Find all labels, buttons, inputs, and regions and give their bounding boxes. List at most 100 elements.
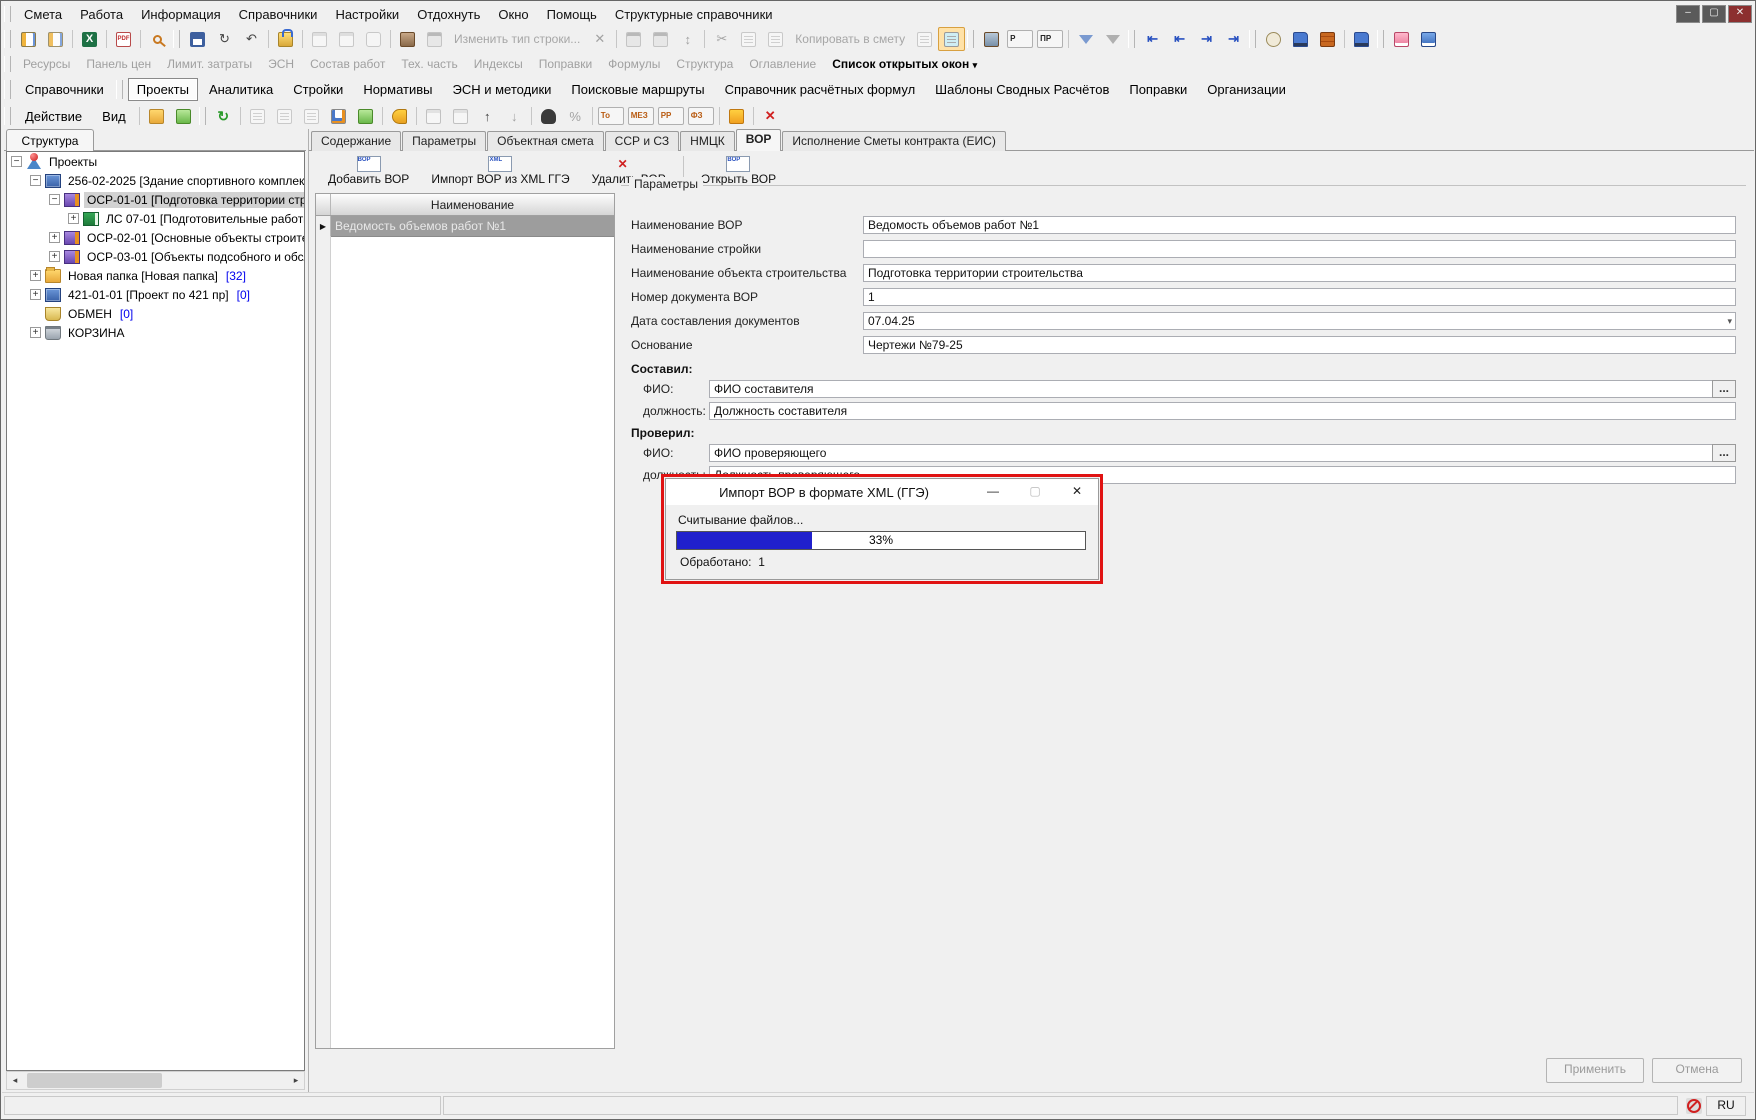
tree-item-ls-07-01[interactable]: + ЛС 07-01 [Подготовительные работы ( [7, 209, 304, 228]
expand-icon[interactable]: + [30, 327, 41, 338]
move-up-button[interactable]: ↑ [474, 104, 501, 128]
pdf-export-button[interactable]: PDF [110, 27, 137, 51]
module-tab-proekty[interactable]: Проекты [128, 78, 198, 101]
tree-item-proekty[interactable]: − Проекты [7, 152, 304, 171]
module-tab-spravochnik-formul[interactable]: Справочник расчётных формул [716, 78, 925, 101]
unlock-button[interactable] [272, 27, 299, 51]
object-settings-button[interactable] [325, 104, 352, 128]
scroll-left-arrow[interactable]: ◂ [7, 1073, 23, 1088]
expand-icon[interactable]: + [49, 251, 60, 262]
dialog-close-button[interactable]: ✕ [1056, 480, 1098, 504]
structure-tree-button[interactable] [15, 27, 42, 51]
tree-item-obmen[interactable]: ОБМЕН [0] [7, 304, 304, 323]
stroyka-name-input[interactable] [863, 240, 1736, 258]
access-key-button[interactable] [386, 104, 413, 128]
excel-export-button[interactable]: X [76, 27, 103, 51]
module-tab-shablony-svodnyh[interactable]: Шаблоны Сводных Расчётов [926, 78, 1118, 101]
archive-button[interactable] [723, 104, 750, 128]
table-row[interactable]: ▶ Ведомость объемов работ №1 [316, 216, 614, 237]
tree-item-novaya-papka[interactable]: + Новая папка [Новая папка] [32] [7, 266, 304, 285]
collapse-icon[interactable]: − [11, 156, 22, 167]
tree-item-osr-03-01[interactable]: + ОСР-03-01 [Объекты подсобного и обслуж [7, 247, 304, 266]
checker-fio-input[interactable]: ФИО проверяющего [709, 444, 1736, 462]
menu-smeta[interactable]: Смета [15, 4, 71, 25]
dialog-title-bar[interactable]: Импорт ВОР в формате XML (ГГЭ) — ▢ ✕ [666, 479, 1098, 505]
window-minimize-button[interactable]: – [1676, 5, 1700, 23]
indent-left-button[interactable]: ⇤ [1166, 27, 1193, 51]
refresh-button[interactable]: ↻ [211, 27, 238, 51]
toolbar-grip[interactable] [1249, 30, 1256, 48]
indent-right-button[interactable]: ⇥ [1193, 27, 1220, 51]
pr-mode-button[interactable]: ПР [1035, 27, 1065, 51]
toolbar-grip[interactable] [4, 30, 11, 48]
module-tab-esn-metodiki[interactable]: ЭСН и методики [444, 78, 561, 101]
module-tab-stroiki[interactable]: Стройки [284, 78, 352, 101]
collapse-icon[interactable]: − [49, 194, 60, 205]
horizontal-scrollbar[interactable]: ◂ ▸ [6, 1071, 305, 1090]
resources-button[interactable] [978, 27, 1005, 51]
refresh-tree-button[interactable]: ↻ [210, 104, 237, 128]
expand-icon[interactable]: + [30, 270, 41, 281]
measure-button[interactable] [1260, 27, 1287, 51]
vor-row-name[interactable]: Ведомость объемов работ №1 [331, 216, 614, 237]
vor-name-input[interactable]: Ведомость объемов работ №1 [863, 216, 1736, 234]
structure-add-button[interactable] [42, 27, 69, 51]
filter-button[interactable] [1072, 27, 1099, 51]
rr-button[interactable]: РР [656, 104, 686, 128]
tab-nmck[interactable]: НМЦК [680, 131, 735, 151]
collapse-icon[interactable]: − [30, 175, 41, 186]
toolbar-grip[interactable] [4, 80, 11, 99]
save-button[interactable] [184, 27, 211, 51]
tab-soderzhanie[interactable]: Содержание [311, 131, 401, 151]
module-tab-popravki[interactable]: Поправки [1120, 78, 1196, 101]
folder-import-button[interactable] [143, 104, 170, 128]
open-windows-list-button[interactable]: Список открытых окон ▾ [824, 55, 985, 73]
module-tab-analitika[interactable]: Аналитика [200, 78, 282, 101]
toolbar-grip[interactable] [199, 107, 206, 125]
tab-ispolnenie-smety[interactable]: Исполнение Сметы контракта (ЕИС) [782, 131, 1005, 151]
toolbar-grip[interactable] [1377, 30, 1384, 48]
menu-strukturnye-spravochniki[interactable]: Структурные справочники [606, 4, 782, 25]
doc-number-input[interactable]: 1 [863, 288, 1736, 306]
toolbar-grip[interactable] [4, 107, 11, 125]
tab-ssr-sz[interactable]: ССР и СЗ [605, 131, 680, 151]
filter-clear-button[interactable] [1099, 27, 1126, 51]
menu-pomosh[interactable]: Помощь [538, 4, 606, 25]
normbase-book-button[interactable] [1415, 27, 1442, 51]
export-object-button[interactable] [352, 104, 379, 128]
keyboard-layout-indicator[interactable]: RU [1706, 1096, 1746, 1116]
mez-button[interactable]: МЕЗ [626, 104, 656, 128]
add-vor-button[interactable]: ВОР Добавить ВОР [317, 151, 420, 191]
scroll-right-arrow[interactable]: ▸ [288, 1073, 304, 1088]
tab-vor[interactable]: ВОР [736, 129, 782, 151]
menu-informacia[interactable]: Информация [132, 4, 230, 25]
search-button[interactable] [144, 27, 171, 51]
to-button[interactable]: То [596, 104, 626, 128]
window-close-button[interactable]: ✕ [1728, 5, 1752, 23]
tree-item-osr-01-01[interactable]: − ОСР-01-01 [Подготовка территории строи [7, 190, 304, 209]
close-project-button[interactable]: ✕ [757, 104, 784, 128]
folder-new-button[interactable] [170, 104, 197, 128]
tree-item-korzina[interactable]: + КОРЗИНА [7, 323, 304, 342]
module-tab-poiskovye-marshruty[interactable]: Поисковые маршруты [562, 78, 713, 101]
menu-spravochniki[interactable]: Справочники [230, 4, 327, 25]
toolbar-grip[interactable] [1128, 30, 1135, 48]
materials-button[interactable] [1314, 27, 1341, 51]
tab-struktura[interactable]: Структура [6, 129, 94, 152]
checker-fio-ellipsis-button[interactable]: ... [1712, 444, 1736, 462]
tree-item-421-01-01[interactable]: + 421-01-01 [Проект по 421 пр] [0] [7, 285, 304, 304]
action-menu[interactable]: Действие [15, 106, 92, 127]
view-menu[interactable]: Вид [92, 106, 136, 127]
tab-obektnaya-smeta[interactable]: Объектная смета [487, 131, 604, 151]
menu-nastroiki[interactable]: Настройки [326, 4, 408, 25]
module-tab-normativy[interactable]: Нормативы [354, 78, 441, 101]
author-fio-ellipsis-button[interactable]: ... [1712, 380, 1736, 398]
fz-button[interactable]: ФЗ [686, 104, 716, 128]
name-column-header[interactable]: Наименование [331, 194, 614, 215]
tab-parametry[interactable]: Параметры [402, 131, 486, 151]
dialog-minimize-button[interactable]: — [972, 480, 1014, 504]
p-mode-button[interactable]: P [1005, 27, 1035, 51]
module-tab-spravochniki[interactable]: Справочники [16, 78, 113, 101]
stamp-button[interactable] [394, 27, 421, 51]
delivery-button[interactable] [1348, 27, 1375, 51]
